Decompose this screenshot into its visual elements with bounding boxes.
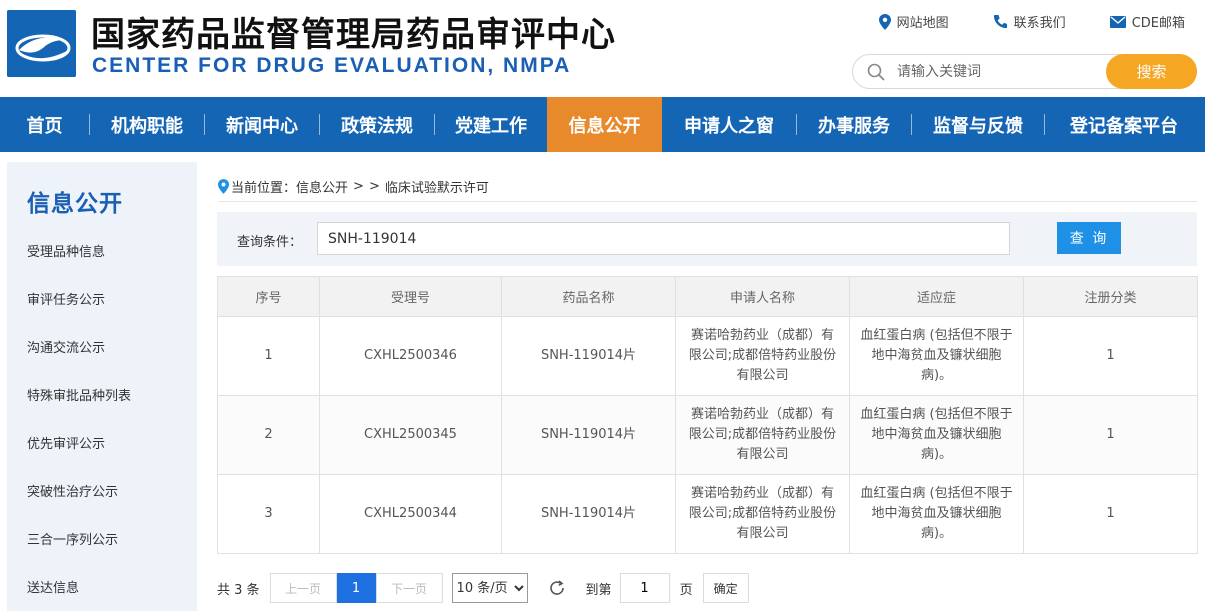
cell-drug-name: SNH-119014片 <box>501 395 676 475</box>
pagination: 共 3 条 上一页 1 下一页 10 条/页 到第 页 确定 <box>217 573 749 603</box>
query-label: 查询条件： <box>237 235 303 250</box>
search-input[interactable] <box>897 61 1097 83</box>
cell-registration-class: 1 <box>1023 395 1198 475</box>
cell-indication: 血红蛋白病 (包括但不限于地中海贫血及镰状细胞病)。 <box>849 395 1024 475</box>
phone-icon <box>993 14 1007 29</box>
sidebar-item-three-in-one[interactable]: 三合一序列公示 <box>27 529 118 548</box>
breadcrumb: 当前位置： 信息公开 > > 临床试验默示许可 <box>218 177 489 196</box>
cell-applicant: 赛诺哈勃药业（成都）有限公司;成都倍特药业股份有限公司 <box>675 395 850 475</box>
cell-applicant: 赛诺哈勃药业（成都）有限公司;成都倍特药业股份有限公司 <box>675 316 850 396</box>
goto-page-input[interactable] <box>619 573 670 603</box>
breadcrumb-section[interactable]: 信息公开 <box>296 177 348 196</box>
nav-item-policy[interactable]: 政策法规 <box>320 97 434 152</box>
site-title-en: CENTER FOR DRUG EVALUATION, NMPA <box>92 54 572 77</box>
refresh-icon-glyph <box>549 580 564 595</box>
search-icon <box>867 63 885 81</box>
nav-item-registration[interactable]: 登记备案平台 <box>1045 97 1203 152</box>
nav-item-news[interactable]: 新闻中心 <box>205 97 319 152</box>
page-number-current[interactable]: 1 <box>336 573 376 603</box>
query-button[interactable]: 查 询 <box>1057 222 1121 254</box>
cell-index: 3 <box>217 474 320 554</box>
column-header-acceptance-no: 受理号 <box>319 276 502 317</box>
top-links: 网站地图 联系我们 CDE邮箱 <box>878 12 1185 31</box>
sidebar-item-review-tasks[interactable]: 审评任务公示 <box>27 289 105 308</box>
cell-index: 2 <box>217 395 320 475</box>
site-header: 国家药品监督管理局药品审评中心 CENTER FOR DRUG EVALUATI… <box>0 0 1205 97</box>
column-header-applicant: 申请人名称 <box>675 276 850 317</box>
goto-label: 到第 <box>585 582 612 598</box>
main-nav: 首页 机构职能 新闻中心 政策法规 党建工作 信息公开 申请人之窗 办事服务 监… <box>0 97 1205 152</box>
sidebar-item-priority-review[interactable]: 优先审评公示 <box>27 433 105 452</box>
sidebar-title: 信息公开 <box>27 191 123 217</box>
location-pin-icon <box>218 179 229 194</box>
cell-registration-class: 1 <box>1023 316 1198 396</box>
site-logo[interactable] <box>7 10 76 77</box>
site-search: 搜索 <box>852 54 1197 89</box>
column-header-indication: 适应症 <box>849 276 1024 317</box>
cde-mail-link[interactable]: CDE邮箱 <box>1109 12 1185 31</box>
column-header-index: 序号 <box>217 276 320 317</box>
sidebar: 信息公开 受理品种信息 审评任务公示 沟通交流公示 特殊审批品种列表 优先审评公… <box>7 162 197 611</box>
table-row: 3 CXHL2500344 SNH-119014片 赛诺哈勃药业（成都）有限公司… <box>217 474 1198 554</box>
nav-item-applicant[interactable]: 申请人之窗 <box>662 97 796 152</box>
contact-link[interactable]: 联系我们 <box>993 12 1066 31</box>
sidebar-item-breakthrough[interactable]: 突破性治疗公示 <box>27 481 118 500</box>
results-table: 序号 受理号 药品名称 申请人名称 适应症 注册分类 1 CXHL2500346… <box>217 276 1198 554</box>
site-title-cn: 国家药品监督管理局药品审评中心 <box>91 15 616 55</box>
query-input[interactable] <box>317 222 1010 255</box>
sidebar-item-accepted-varieties[interactable]: 受理品种信息 <box>27 241 105 260</box>
cell-indication: 血红蛋白病 (包括但不限于地中海贫血及镰状细胞病)。 <box>849 474 1024 554</box>
breadcrumb-current: 临床试验默示许可 <box>384 181 489 196</box>
nav-item-functions[interactable]: 机构职能 <box>90 97 204 152</box>
cell-registration-class: 1 <box>1023 474 1198 554</box>
contact-label: 联系我们 <box>1013 16 1066 31</box>
cell-index: 1 <box>217 316 320 396</box>
sidebar-item-communication[interactable]: 沟通交流公示 <box>27 337 105 356</box>
breadcrumb-divider <box>218 201 1197 202</box>
logo-emblem-icon <box>7 10 76 77</box>
nav-item-party[interactable]: 党建工作 <box>435 97 547 152</box>
sitemap-link[interactable]: 网站地图 <box>878 12 949 31</box>
cell-acceptance-no: CXHL2500346 <box>319 316 502 396</box>
column-header-drug-name: 药品名称 <box>501 276 676 317</box>
breadcrumb-separator: > <box>368 179 380 194</box>
total-count: 共 3 条 <box>217 582 260 598</box>
next-page-button[interactable]: 下一页 <box>375 573 443 603</box>
nav-item-services[interactable]: 办事服务 <box>797 97 911 152</box>
cell-applicant: 赛诺哈勃药业（成都）有限公司;成都倍特药业股份有限公司 <box>675 474 850 554</box>
cell-acceptance-no: CXHL2500345 <box>319 395 502 475</box>
table-row: 1 CXHL2500346 SNH-119014片 赛诺哈勃药业（成都）有限公司… <box>217 316 1198 396</box>
nav-item-home[interactable]: 首页 <box>0 97 89 152</box>
cell-drug-name: SNH-119014片 <box>501 316 676 396</box>
sidebar-item-delivery-info[interactable]: 送达信息 <box>27 577 79 596</box>
mail-icon <box>1109 15 1126 28</box>
table-header-row: 序号 受理号 药品名称 申请人名称 适应症 注册分类 <box>217 276 1198 317</box>
goto-unit: 页 <box>679 582 693 598</box>
breadcrumb-prefix: 当前位置： <box>231 181 297 196</box>
sidebar-item-special-approval[interactable]: 特殊审批品种列表 <box>27 385 131 404</box>
sitemap-label: 网站地图 <box>896 16 949 31</box>
search-button[interactable]: 搜索 <box>1106 54 1197 89</box>
location-pin-icon <box>878 13 891 30</box>
table-row: 2 CXHL2500345 SNH-119014片 赛诺哈勃药业（成都）有限公司… <box>217 395 1198 475</box>
goto-confirm-button[interactable]: 确定 <box>702 573 749 603</box>
breadcrumb-separator: > <box>353 179 364 194</box>
cell-indication: 血红蛋白病 (包括但不限于地中海贫血及镰状细胞病)。 <box>849 316 1024 396</box>
cde-mail-label: CDE邮箱 <box>1131 16 1185 31</box>
cell-acceptance-no: CXHL2500344 <box>319 474 502 554</box>
prev-page-button[interactable]: 上一页 <box>269 573 337 603</box>
cell-drug-name: SNH-119014片 <box>501 474 676 554</box>
nav-item-info-public[interactable]: 信息公开 <box>547 97 662 152</box>
nav-item-feedback[interactable]: 监督与反馈 <box>912 97 1044 152</box>
page-size-select[interactable]: 10 条/页 <box>451 573 528 603</box>
query-panel: 查询条件： 查 询 <box>217 212 1197 266</box>
column-header-registration-class: 注册分类 <box>1023 276 1198 317</box>
refresh-icon[interactable] <box>548 579 566 597</box>
